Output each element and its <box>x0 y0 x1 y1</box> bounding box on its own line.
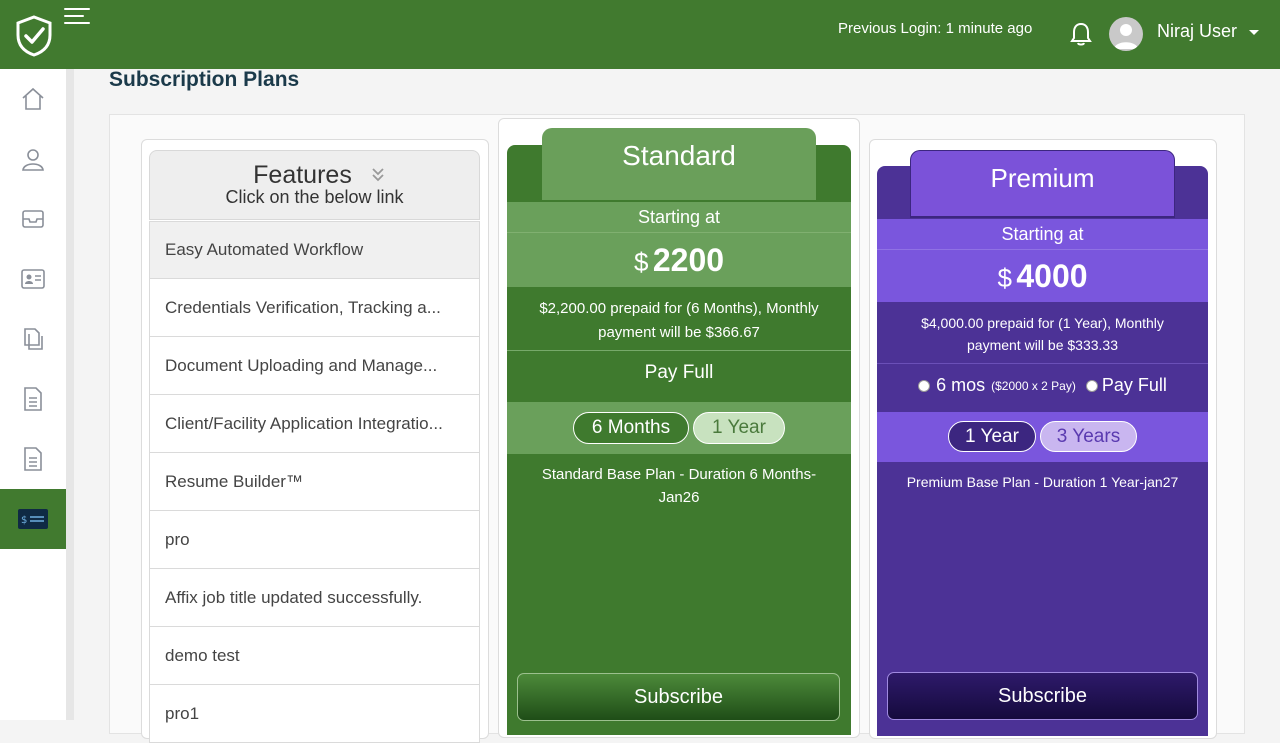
premium-full-option[interactable]: Pay Full <box>1085 375 1167 396</box>
sidebar-item-file[interactable] <box>0 369 66 429</box>
premium-plan-text: Premium Base Plan - Duration 1 Year-jan2… <box>906 474 1179 490</box>
sidebar-item-file-text[interactable] <box>0 429 66 489</box>
premium-description: $4,000.00 prepaid for (1 Year), Monthly … <box>921 315 1164 353</box>
standard-duration-1-year[interactable]: 1 Year <box>693 412 785 444</box>
feature-item[interactable]: pro1 <box>149 685 480 743</box>
menu-toggle-icon[interactable] <box>64 6 92 28</box>
billing-icon: $ <box>18 509 48 529</box>
documents-icon <box>24 328 43 350</box>
svg-text:$: $ <box>21 515 27 526</box>
user-avatar-icon <box>1114 24 1138 49</box>
standard-pay-full[interactable]: Pay Full <box>507 362 851 384</box>
bell-icon[interactable] <box>1070 22 1092 46</box>
features-title: Features <box>253 161 352 189</box>
standard-plan-tab: Standard <box>542 128 816 202</box>
user-icon <box>22 149 44 171</box>
sidebar-edge <box>66 69 74 720</box>
sidebar-item-inbox[interactable] <box>0 189 66 249</box>
features-subtitle: Click on the below link <box>225 187 404 207</box>
radio-pay-full[interactable] <box>1085 379 1098 392</box>
premium-duration-1-year[interactable]: 1 Year <box>948 421 1036 452</box>
sidebar-item-user[interactable] <box>0 129 66 189</box>
feature-item[interactable]: Resume Builder™ <box>149 453 480 511</box>
caret-down-icon[interactable] <box>1249 30 1259 35</box>
divider <box>877 363 1208 364</box>
premium-installment-option[interactable]: 6 mos ($2000 x 2 Pay) <box>918 375 1076 396</box>
premium-plan-tab: Premium <box>910 150 1175 218</box>
feature-item[interactable]: demo test <box>149 627 480 685</box>
standard-starting-at: Starting at <box>507 202 851 232</box>
file-text-icon <box>24 447 42 471</box>
feature-item[interactable]: Document Uploading and Manage... <box>149 337 480 395</box>
sidebar-item-documents[interactable] <box>0 309 66 369</box>
user-name[interactable]: Niraj User <box>1157 21 1237 42</box>
premium-payment-options: 6 mos ($2000 x 2 Pay) Pay Full <box>877 375 1208 396</box>
sidebar: $ <box>0 69 66 720</box>
avatar[interactable] <box>1109 17 1143 51</box>
standard-price: $ 2200 <box>507 232 851 287</box>
page-title: Subscription Plans <box>109 68 300 91</box>
premium-duration-3-years[interactable]: 3 Years <box>1040 421 1137 452</box>
sidebar-item-billing[interactable]: $ <box>0 489 66 549</box>
premium-price: $ 4000 <box>877 249 1208 302</box>
premium-plan-name: Premium <box>990 163 1095 193</box>
shield-check-logo-icon[interactable] <box>15 15 53 57</box>
previous-login-text: Previous Login: 1 minute ago <box>838 20 1033 37</box>
standard-duration-6-months[interactable]: 6 Months <box>573 412 689 444</box>
radio-installment[interactable] <box>918 379 931 392</box>
premium-starting-at: Starting at <box>877 219 1208 249</box>
double-chevron-down-icon[interactable] <box>371 167 385 183</box>
feature-item[interactable]: Credentials Verification, Tracking a... <box>149 279 480 337</box>
standard-description: $2,200.00 prepaid for (6 Months), Monthl… <box>539 300 819 341</box>
premium-subscribe-button[interactable]: Subscribe <box>887 672 1198 720</box>
feature-item[interactable]: pro <box>149 511 480 569</box>
features-list: Easy Automated Workflow Credentials Veri… <box>149 221 480 743</box>
top-bar: Previous Login: 1 minute ago Niraj User <box>0 0 1280 69</box>
home-icon <box>22 87 44 110</box>
standard-plan-text: Standard Base Plan - Duration 6 Months-J… <box>541 466 817 506</box>
inbox-icon <box>22 210 44 228</box>
sidebar-item-home[interactable] <box>0 69 66 129</box>
feature-item[interactable]: Easy Automated Workflow <box>149 221 480 279</box>
sidebar-item-id-card[interactable] <box>0 249 66 309</box>
feature-item[interactable]: Client/Facility Application Integratio..… <box>149 395 480 453</box>
standard-subscribe-button[interactable]: Subscribe <box>517 673 840 721</box>
file-icon <box>24 387 42 411</box>
divider <box>507 350 851 351</box>
id-card-icon <box>21 269 45 289</box>
features-header: Features Click on the below link <box>149 150 480 220</box>
standard-plan-name: Standard <box>622 140 736 171</box>
feature-item[interactable]: Affix job title updated successfully. <box>149 569 480 627</box>
